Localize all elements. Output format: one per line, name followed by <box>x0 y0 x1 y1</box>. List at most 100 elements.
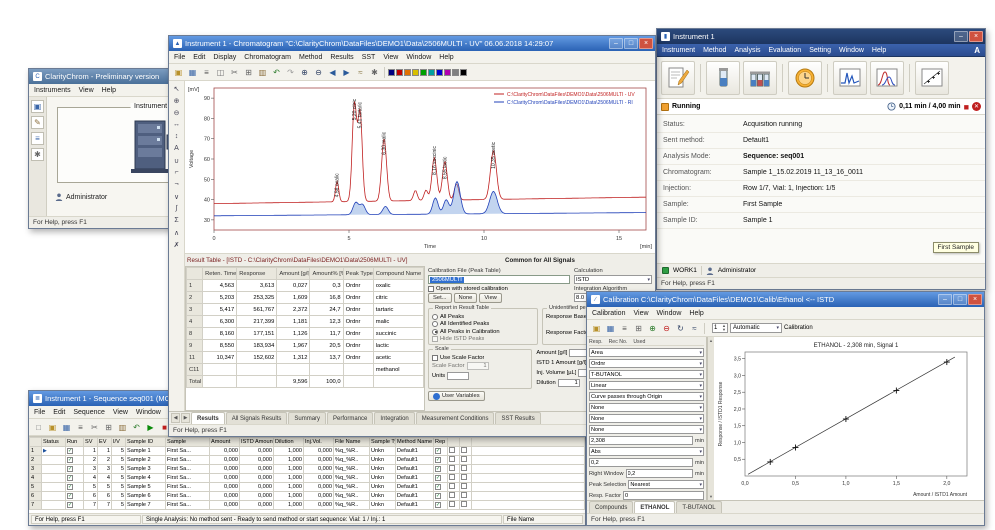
tab-scroll-right-icon[interactable]: ▶ <box>181 413 190 423</box>
tab-all-signals-results[interactable]: All Signals Results <box>226 412 288 424</box>
maximize-button[interactable]: □ <box>624 38 638 49</box>
cut-icon[interactable]: ✂ <box>228 66 241 79</box>
single-analysis-icon[interactable] <box>706 61 740 95</box>
overlay-color-9-swatch[interactable] <box>452 69 459 76</box>
delete-peak-icon[interactable]: ✗ <box>171 239 183 250</box>
copy-icon[interactable]: ⊞ <box>242 66 255 79</box>
peak-selection-field[interactable]: Nearest▾ <box>628 480 704 489</box>
minimize-button[interactable]: – <box>938 294 952 305</box>
menu-item-file[interactable]: File <box>34 409 45 416</box>
menu-item-help[interactable]: Help <box>102 87 116 94</box>
report-checkbox[interactable] <box>434 474 448 483</box>
tab-summary[interactable]: Summary <box>288 412 326 424</box>
pointer-icon[interactable]: ↖ <box>171 83 183 94</box>
menu-item-help[interactable]: Help <box>872 47 886 54</box>
sequence-row[interactable]: 5555Sample 5First Sa...0,0000,0001,0000,… <box>30 483 585 492</box>
properties-icon[interactable]: ✱ <box>368 66 381 79</box>
t-butanol-field[interactable]: T-BUTANOL▾ <box>589 370 704 379</box>
peak-end-icon[interactable]: ¬ <box>171 179 183 190</box>
option-checkbox[interactable] <box>460 501 472 510</box>
ordnr-field[interactable]: Ordnr▾ <box>589 359 704 368</box>
result-row[interactable]: Total9,596100,0 <box>187 376 424 388</box>
chromatogram-icon[interactable] <box>870 61 904 95</box>
work-area-label[interactable]: WORK1 <box>673 267 697 274</box>
result-row[interactable]: C11methanol <box>187 364 424 376</box>
overlay-color-10-swatch[interactable] <box>460 69 467 76</box>
result-row[interactable]: 14,5633,6130,0270,3Ordnroxalic <box>187 280 424 292</box>
result-row[interactable]: 88,160177,1511,12611,7Ordnrsuccinic <box>187 328 424 340</box>
sequence-row[interactable]: 3335Sample 3First Sa...0,0000,0001,0000,… <box>30 465 585 474</box>
cut-icon[interactable]: ✂ <box>88 421 101 434</box>
print-icon[interactable]: ≡ <box>200 66 213 79</box>
save-icon[interactable]: ▦ <box>60 421 73 434</box>
none-field[interactable]: None▾ <box>589 403 704 412</box>
new-sequence-icon[interactable]: □ <box>32 421 45 434</box>
tab-sst-results[interactable]: SST Results <box>495 412 540 424</box>
menu-item-file[interactable]: File <box>174 54 185 61</box>
curve-passes-through-origin-field[interactable]: Curve passes through Origin▾ <box>589 392 704 401</box>
copy-icon[interactable]: ⊞ <box>632 322 645 335</box>
menu-item-sst[interactable]: SST <box>362 54 376 61</box>
menu-item-display[interactable]: Display <box>213 54 236 61</box>
run-checkbox[interactable] <box>66 492 84 501</box>
hide-istd-peaks-checkbox[interactable] <box>432 336 438 342</box>
copy-icon[interactable]: ⊞ <box>102 421 115 434</box>
user-name[interactable]: Administrator <box>718 267 756 274</box>
option-checkbox[interactable] <box>460 474 472 483</box>
overlay-color-3-swatch[interactable] <box>404 69 411 76</box>
tab-integration[interactable]: Integration <box>374 412 414 424</box>
option-checkbox[interactable] <box>460 465 472 474</box>
overlay-color-4-swatch[interactable] <box>412 69 419 76</box>
menu-item-instrument[interactable]: Instrument <box>662 47 695 54</box>
menu-item-help[interactable]: Help <box>689 310 703 317</box>
none-calibration-button[interactable]: None <box>454 293 478 303</box>
menu-item-method[interactable]: Method <box>299 54 322 61</box>
right-window-field[interactable]: 0,2 <box>626 469 693 478</box>
sum-icon[interactable]: Σ <box>171 215 183 226</box>
menu-item-edit[interactable]: Edit <box>193 54 205 61</box>
overlay-color-5-swatch[interactable] <box>420 69 427 76</box>
tab-ethanol[interactable]: ETHANOL <box>634 501 675 513</box>
report-checkbox[interactable] <box>434 465 448 474</box>
print-icon[interactable]: ≡ <box>74 421 87 434</box>
menu-item-window[interactable]: Window <box>406 54 431 61</box>
instrument-titlebar[interactable]: ▮ Instrument 1 – × <box>657 29 985 44</box>
result-row[interactable]: 1110,347152,6021,31213,7Ordnracetic <box>187 352 424 364</box>
undo-icon[interactable]: ↶ <box>270 66 283 79</box>
sequence-row[interactable]: 1▶115Sample 1First Sa...0,0000,0001,0000… <box>30 447 585 456</box>
run-checkbox[interactable] <box>66 501 84 510</box>
peak-start-icon[interactable]: ⌐ <box>171 167 183 178</box>
open-sequence-icon[interactable]: ▣ <box>46 421 59 434</box>
calibration-file-field[interactable]: 2506MULTI <box>428 275 570 284</box>
0-2-field[interactable]: 0,2 <box>589 458 693 467</box>
option-checkbox[interactable] <box>460 492 472 501</box>
menu-item-view[interactable]: View <box>113 409 128 416</box>
print-icon[interactable]: ≡ <box>618 322 631 335</box>
unzoom-icon[interactable]: ⊖ <box>171 107 183 118</box>
none-field[interactable]: None▾ <box>589 425 704 434</box>
run-checkbox[interactable] <box>66 465 84 474</box>
maximize-button[interactable]: □ <box>953 294 967 305</box>
previous-chromatogram-icon[interactable]: ◀ <box>326 66 339 79</box>
option-checkbox[interactable] <box>460 483 472 492</box>
abs-field[interactable]: Abs▾ <box>589 447 704 456</box>
menu-item-window[interactable]: Window <box>839 47 864 54</box>
tab-results[interactable]: Results <box>191 412 225 424</box>
user-variables-button[interactable]: User Variables <box>428 391 485 401</box>
menu-item-window[interactable]: Window <box>657 310 682 317</box>
report-checkbox[interactable] <box>434 501 448 510</box>
calibration-titlebar[interactable]: ∕ Calibration C:\ClarityChrom\DataFiles\… <box>587 292 984 307</box>
remove-standard-icon[interactable]: ⊖ <box>660 322 673 335</box>
report-checkbox[interactable] <box>434 447 448 456</box>
all-peaks-in-calibration-radio[interactable] <box>432 329 438 335</box>
save-icon[interactable]: ▦ <box>604 322 617 335</box>
tab-measurement-conditions[interactable]: Measurement Conditions <box>416 412 495 424</box>
add-standard-icon[interactable]: ⊕ <box>646 322 659 335</box>
menu-item-instruments[interactable]: Instruments <box>34 87 71 94</box>
run-checkbox[interactable] <box>66 474 84 483</box>
next-chromatogram-icon[interactable]: ▶ <box>340 66 353 79</box>
open-with-stored-calibration-checkbox[interactable] <box>428 286 434 292</box>
menu-item-view[interactable]: View <box>633 310 648 317</box>
menu-item-calibration[interactable]: Calibration <box>592 310 625 317</box>
area-field[interactable]: Area▾ <box>589 348 704 357</box>
